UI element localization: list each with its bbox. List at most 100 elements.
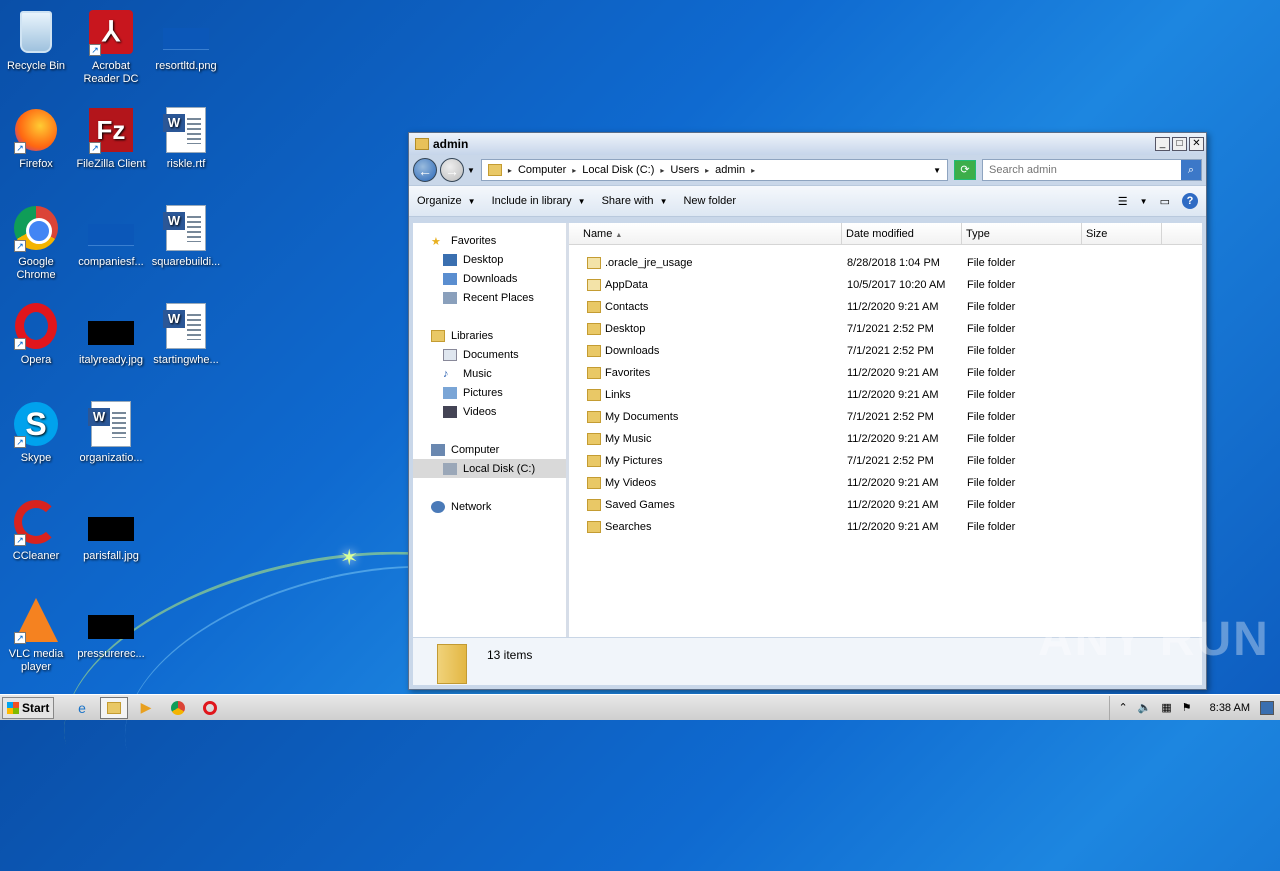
clock[interactable]: 8:38 AM <box>1210 702 1250 714</box>
nav-music[interactable]: ♪ Music <box>413 364 566 383</box>
desktop-icon-squarebuildi[interactable]: squarebuildi... <box>148 204 224 269</box>
recent-pages-chevron-icon[interactable]: ▼ <box>467 166 475 175</box>
column-header-name[interactable]: Name ▲ <box>569 223 842 244</box>
breadcrumb-separator-icon[interactable]: ▸ <box>660 166 664 175</box>
nav-favorites[interactable]: ★ Favorites <box>413 231 566 250</box>
nav-desktop[interactable]: Desktop <box>413 250 566 269</box>
forward-button[interactable]: → <box>440 158 464 182</box>
documents-icon <box>443 348 457 361</box>
new-folder-button[interactable]: New folder <box>683 195 736 207</box>
table-row[interactable]: Links 11/2/2020 9:21 AM File folder <box>569 384 1202 406</box>
preview-pane-icon[interactable]: ▭ <box>1160 195 1170 208</box>
breadcrumb-computer[interactable]: Computer <box>518 164 566 176</box>
desktop-icon-resortltd[interactable]: resortltd.png <box>148 8 224 73</box>
column-header-size[interactable]: Size <box>1082 223 1162 244</box>
search-icon[interactable]: ⌕ <box>1181 160 1201 180</box>
minimize-button[interactable]: _ <box>1155 137 1170 151</box>
opera-taskbar-icon[interactable] <box>196 697 224 719</box>
desktop-icon-pressurerec[interactable]: pressurerec... <box>73 596 149 661</box>
table-row[interactable]: My Pictures 7/1/2021 2:52 PM File folder <box>569 450 1202 472</box>
table-row[interactable]: .oracle_jre_usage 8/28/2018 1:04 PM File f… <box>569 252 1202 274</box>
action-center-flag-icon[interactable]: ⚑ <box>1182 701 1192 714</box>
desktop-icon-opera[interactable]: ↗ Opera <box>0 302 74 367</box>
table-row[interactable]: Searches 11/2/2020 9:21 AM File folder <box>569 516 1202 538</box>
column-header-type[interactable]: Type <box>962 223 1082 244</box>
show-hidden-icons-icon[interactable]: ⌃ <box>1118 701 1127 714</box>
folder-icon <box>587 367 601 379</box>
view-dropdown-chevron-icon[interactable]: ▼ <box>1140 197 1148 206</box>
breadcrumb-separator-icon[interactable]: ▸ <box>572 166 576 175</box>
table-row[interactable]: My Documents 7/1/2021 2:52 PM File folder <box>569 406 1202 428</box>
share-with-button[interactable]: Share with ▼ <box>602 195 668 207</box>
explorer-window: admin _ □ ✕ ← → ▼ ▸ Computer ▸ Local Dis… <box>408 132 1207 690</box>
organize-button[interactable]: Organize ▼ <box>417 195 476 207</box>
desktop-icon-startingwhe[interactable]: startingwhe... <box>148 302 224 367</box>
nav-libraries[interactable]: Libraries <box>413 326 566 345</box>
breadcrumb-admin[interactable]: admin <box>715 164 745 176</box>
help-icon[interactable]: ? <box>1182 193 1198 209</box>
nav-recent-places[interactable]: Recent Places <box>413 288 566 307</box>
title-bar[interactable]: admin _ □ ✕ <box>409 133 1206 155</box>
desktop-icon-skype[interactable]: S ↗ Skype <box>0 400 74 465</box>
breadcrumb-users[interactable]: Users <box>670 164 699 176</box>
nav-videos[interactable]: Videos <box>413 402 566 421</box>
nav-documents[interactable]: Documents <box>413 345 566 364</box>
navigation-pane: ★ Favorites Desktop Downloads Recent Plac… <box>413 223 569 637</box>
search-box[interactable]: ⌕ <box>982 159 1202 181</box>
nav-network[interactable]: Network <box>413 497 566 516</box>
image-file-icon <box>163 28 209 50</box>
nav-downloads[interactable]: Downloads <box>413 269 566 288</box>
refresh-button[interactable]: ⟳ <box>954 160 976 180</box>
close-button[interactable]: ✕ <box>1189 137 1204 151</box>
folder-icon <box>587 323 601 335</box>
desktop-icon-vlc[interactable]: ↗ VLC media player <box>0 596 74 674</box>
speaker-icon[interactable]: 🔈 <box>1138 701 1152 714</box>
table-row[interactable]: My Videos 11/2/2020 9:21 AM File folder <box>569 472 1202 494</box>
nav-pictures[interactable]: Pictures <box>413 383 566 402</box>
desktop-icon-acrobat[interactable]: ⅄ ↗ Acrobat Reader DC <box>73 8 149 86</box>
desktop-icon-recycle-bin[interactable]: Recycle Bin <box>0 8 74 73</box>
breadcrumb-separator-icon[interactable]: ▸ <box>705 166 709 175</box>
table-row[interactable]: Desktop 7/1/2021 2:52 PM File folder <box>569 318 1202 340</box>
start-button[interactable]: Start <box>2 696 54 719</box>
breadcrumb-local-disk[interactable]: Local Disk (C:) <box>582 164 654 176</box>
explorer-taskbar-icon[interactable] <box>100 696 128 719</box>
media-player-icon[interactable]: ▶ <box>132 697 160 719</box>
breadcrumb-separator-icon[interactable]: ▸ <box>751 166 755 175</box>
view-options-icon[interactable]: ☰ <box>1118 195 1128 208</box>
desktop-icon-riskle[interactable]: riskle.rtf <box>148 106 224 171</box>
desktop-icon-firefox[interactable]: ↗ Firefox <box>0 106 74 171</box>
taskbar: Start e ▶ ⌃ 🔈 ▦ ⚑ 8:38 AM <box>0 694 1280 720</box>
desktop-icon-parisfall[interactable]: parisfall.jpg <box>73 498 149 563</box>
desktop-icon-ccleaner[interactable]: ↗ CCleaner <box>0 498 74 563</box>
table-row[interactable]: Saved Games 11/2/2020 9:21 AM File folder <box>569 494 1202 516</box>
desktop-icon-organizatio[interactable]: organizatio... <box>73 400 149 465</box>
nav-computer[interactable]: Computer <box>413 440 566 459</box>
internet-explorer-icon[interactable]: e <box>68 697 96 719</box>
table-row[interactable]: Favorites 11/2/2020 9:21 AM File folder <box>569 362 1202 384</box>
table-row[interactable]: Contacts 11/2/2020 9:21 AM File folder <box>569 296 1202 318</box>
chrome-taskbar-icon[interactable] <box>164 697 192 719</box>
table-row[interactable]: AppData 10/5/2017 10:20 AM File folder <box>569 274 1202 296</box>
column-header-date[interactable]: Date modified <box>842 223 962 244</box>
address-dropdown-chevron-icon[interactable]: ▼ <box>933 166 941 175</box>
desktop-icon-chrome[interactable]: ↗ Google Chrome <box>0 204 74 282</box>
breadcrumb[interactable]: ▸ Computer ▸ Local Disk (C:) ▸ Users ▸ a… <box>480 159 948 181</box>
show-desktop-button[interactable] <box>1260 700 1274 715</box>
address-bar-row: ← → ▼ ▸ Computer ▸ Local Disk (C:) ▸ Use… <box>409 155 1206 185</box>
desktop-icon-filezilla[interactable]: Fz ↗ FileZilla Client <box>73 106 149 171</box>
table-row[interactable]: My Music 11/2/2020 9:21 AM File folder <box>569 428 1202 450</box>
desktop-icon-italyready[interactable]: italyready.jpg <box>73 302 149 367</box>
maximize-button[interactable]: □ <box>1172 137 1187 151</box>
network-icon <box>431 500 445 513</box>
table-row[interactable]: Downloads 7/1/2021 2:52 PM File folder <box>569 340 1202 362</box>
window-title: admin <box>433 137 469 151</box>
hard-disk-icon <box>443 462 457 475</box>
network-tray-icon[interactable]: ▦ <box>1161 701 1171 714</box>
nav-local-disk[interactable]: Local Disk (C:) <box>413 459 566 478</box>
back-button[interactable]: ← <box>413 158 437 182</box>
include-in-library-button[interactable]: Include in library ▼ <box>492 195 586 207</box>
search-input[interactable] <box>989 164 1181 176</box>
desktop-icon <box>443 253 457 266</box>
desktop-icon-companiesf[interactable]: companiesf... <box>73 204 149 269</box>
